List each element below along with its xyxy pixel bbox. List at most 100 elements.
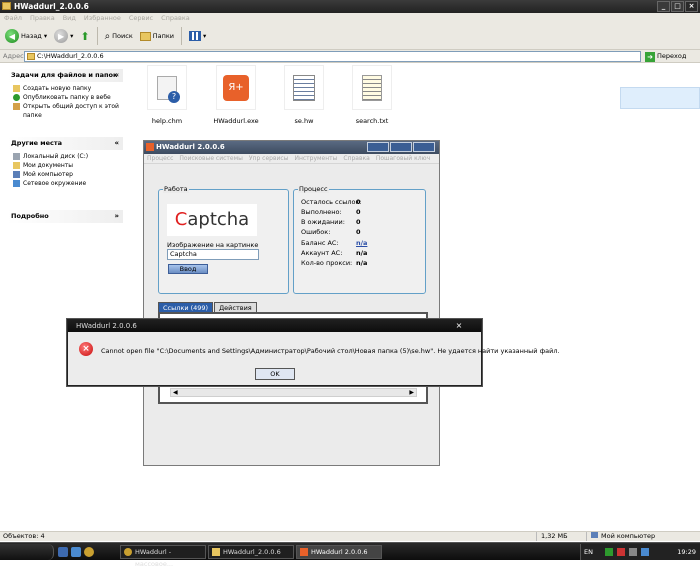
tab-strip: Ссылки (499) Действия — [158, 302, 257, 312]
app-minimize-button[interactable] — [367, 142, 389, 152]
hw-file-icon — [284, 65, 324, 110]
app-menu-key[interactable]: Пошаговый ключ — [376, 154, 430, 163]
dialog-close-button[interactable]: × — [441, 321, 477, 331]
place-my-computer[interactable]: Мой компьютер — [13, 170, 119, 179]
exe-badge: Я+ — [223, 74, 249, 101]
app-menu-help[interactable]: Справка — [343, 154, 369, 163]
tab-links[interactable]: Ссылки (499) — [158, 302, 214, 312]
show-desktop-icon[interactable] — [58, 547, 68, 557]
file-item[interactable]: Я+ HWaddurl.exe — [206, 65, 266, 125]
views-button[interactable]: ▾ — [187, 26, 208, 46]
error-dialog: HWaddurl 2.0.0.6 × × Cannot open file "C… — [67, 319, 560, 386]
process-group-label: Процесс — [298, 185, 329, 193]
app-icon — [300, 548, 308, 556]
computer-icon — [591, 532, 598, 538]
maximize-button[interactable]: □ — [671, 1, 684, 12]
go-arrow-icon: ➜ — [645, 51, 655, 62]
explorer-title-bar: HWaddurl_2.0.0.6 _ □ × — [0, 0, 700, 13]
app-menu-services[interactable]: Упр сервисы — [249, 154, 289, 163]
file-name: HWaddurl.exe — [213, 117, 259, 125]
collapse-icon[interactable]: « — [114, 69, 119, 82]
app-menu-process[interactable]: Процесс — [147, 154, 173, 163]
status-location: Мой компьютер — [586, 532, 655, 541]
place-local-disk[interactable]: Локальный диск (C:) — [13, 152, 119, 161]
folder-icon — [2, 2, 11, 10]
text-file-icon — [352, 65, 392, 110]
place-my-documents[interactable]: Мои документы — [13, 161, 119, 170]
go-button[interactable]: ➜ Переход — [645, 50, 686, 63]
stat-value: 0 — [356, 208, 361, 216]
language-indicator[interactable]: EN — [584, 544, 593, 560]
app-maximize-button[interactable] — [390, 142, 412, 152]
close-button[interactable]: × — [685, 1, 698, 12]
file-item[interactable]: se.hw — [274, 65, 334, 125]
tray-icon[interactable] — [605, 548, 613, 556]
details-panel-header[interactable]: Подробно » — [7, 210, 123, 223]
task-publish-web[interactable]: Опубликовать папку в вебе — [13, 93, 119, 102]
expand-icon[interactable]: » — [114, 210, 119, 223]
stat-value: 0 — [356, 218, 361, 226]
folder-icon — [27, 53, 35, 60]
horizontal-scrollbar[interactable]: ◀ ▶ — [170, 388, 417, 397]
system-tray: EN 19:29 — [580, 544, 700, 560]
minimize-button[interactable]: _ — [657, 1, 670, 12]
app-exe-icon: Я+ — [216, 65, 256, 110]
menu-help[interactable]: Справка — [161, 13, 190, 23]
back-label: Назад — [21, 32, 42, 40]
places-panel-header[interactable]: Другие места « — [7, 137, 123, 150]
menu-tools[interactable]: Сервис — [129, 13, 153, 23]
folders-icon — [139, 31, 151, 41]
app-close-button[interactable] — [413, 142, 435, 152]
details-panel: Подробно » — [7, 210, 123, 223]
tasks-header-label: Задачи для файлов и папок — [11, 71, 118, 79]
ie-icon[interactable] — [71, 547, 81, 557]
app-menu-search-engines[interactable]: Поисковые системы — [179, 154, 243, 163]
forward-button[interactable]: ▶ ▾ — [52, 26, 75, 46]
quick-launch — [58, 547, 94, 557]
start-button[interactable] — [0, 544, 54, 560]
go-label: Переход — [657, 52, 687, 60]
views-icon — [189, 31, 202, 41]
dialog-message: Cannot open file "C:\Documents and Setti… — [101, 347, 560, 355]
up-folder-button[interactable]: ⬆ — [78, 26, 91, 46]
menu-edit[interactable]: Правка — [30, 13, 55, 23]
hwaddurl-window: HWaddurl 2.0.0.6 Процесс Поисковые систе… — [143, 140, 440, 466]
app-menu-tools[interactable]: Инструменты — [294, 154, 337, 163]
back-button[interactable]: ◀ Назад ▾ — [3, 26, 49, 46]
file-name: se.hw — [294, 117, 314, 125]
balance-link[interactable]: n/a — [356, 239, 367, 247]
address-bar: Адрес: C:\HWaddurl_2.0.0.6 ➜ Переход — [0, 50, 700, 63]
address-value: C:\HWaddurl_2.0.0.6 — [37, 52, 104, 60]
place-network[interactable]: Сетевое окружение — [13, 179, 119, 188]
volume-icon[interactable] — [629, 548, 637, 556]
network-icon[interactable] — [641, 548, 649, 556]
ok-button[interactable]: OK — [255, 368, 295, 380]
clock[interactable]: 19:29 — [677, 544, 696, 560]
submit-button[interactable]: Ввод — [168, 264, 208, 274]
captcha-input[interactable]: Captcha — [167, 249, 259, 260]
tasks-panel-header[interactable]: Задачи для файлов и папок « — [7, 69, 123, 82]
file-item[interactable]: search.txt — [342, 65, 402, 125]
search-button[interactable]: ⌕ Поиск — [103, 26, 135, 46]
stat-label: В ожидании: — [301, 218, 345, 226]
tray-icon[interactable] — [617, 548, 625, 556]
app-icon — [146, 143, 154, 151]
tab-actions[interactable]: Действия — [214, 302, 257, 312]
file-name: help.chm — [151, 117, 183, 125]
taskbar-item[interactable]: HWaddurl_2.0.0.6 — [208, 545, 294, 559]
stat-label: Осталось ссылок: — [301, 198, 362, 206]
browser-icon[interactable] — [84, 547, 94, 557]
file-item[interactable]: ? help.chm — [137, 65, 197, 125]
taskbar-item-active[interactable]: HWaddurl 2.0.0.6 — [296, 545, 382, 559]
task-new-folder[interactable]: Создать новую папку — [13, 84, 119, 93]
menu-file[interactable]: Файл — [4, 13, 22, 23]
stat-label: Выполнено: — [301, 208, 342, 216]
menu-favorites[interactable]: Избранное — [84, 13, 121, 23]
menu-view[interactable]: Вид — [63, 13, 76, 23]
taskbar-item[interactable]: HWaddurl - массовое... — [120, 545, 206, 568]
collapse-icon[interactable]: « — [114, 137, 119, 150]
task-share-folder[interactable]: Открыть общий доступ к этой папке — [13, 102, 119, 120]
stat-value: n/a — [356, 249, 368, 257]
folders-button[interactable]: Папки — [138, 26, 176, 46]
address-input[interactable]: C:\HWaddurl_2.0.0.6 — [24, 51, 641, 62]
